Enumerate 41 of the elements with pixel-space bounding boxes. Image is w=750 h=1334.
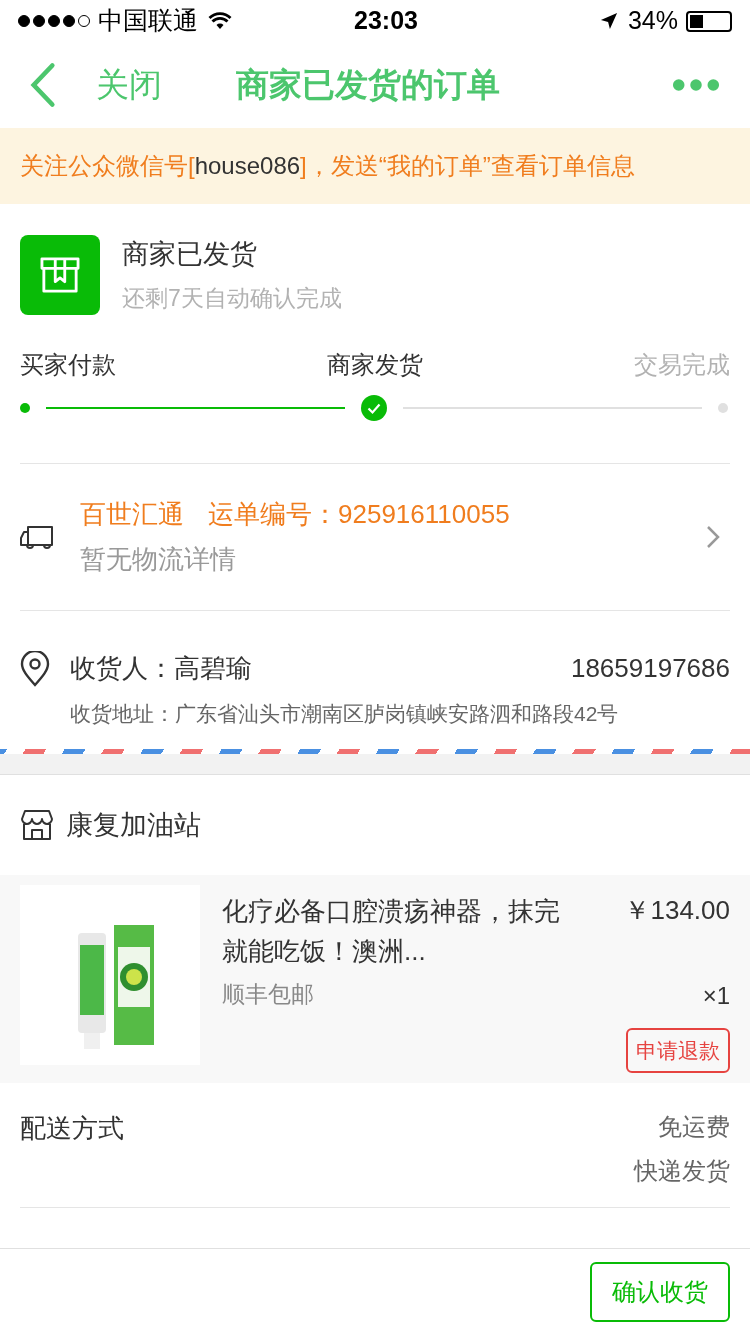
chevron-right-icon xyxy=(706,525,720,549)
back-icon[interactable] xyxy=(30,62,56,108)
product-quantity: ×1 xyxy=(702,981,730,1011)
courier-name: 百世汇通 xyxy=(80,498,184,531)
clock-time: 23:03 xyxy=(353,5,419,37)
order-status-subtitle: 还剩7天自动确认完成 xyxy=(122,283,342,313)
product-price: ￥134.00 xyxy=(624,894,730,927)
tracking-label: 运单编号： xyxy=(208,498,338,531)
carrier-name: 中国联通 xyxy=(98,5,198,37)
step-label: 商家发货 xyxy=(327,350,423,380)
battery-icon xyxy=(686,10,732,32)
receiver-name: 收货人：高碧瑜 xyxy=(70,652,252,685)
confirm-receipt-button[interactable]: 确认收货 xyxy=(590,1261,730,1322)
battery-percent: 34% xyxy=(627,5,678,37)
delivery-label: 配送方式 xyxy=(20,1112,124,1145)
shop-name: 康复加油站 xyxy=(66,808,201,842)
logistics-detail: 暂无物流详情 xyxy=(80,543,237,576)
step-label: 交易完成 xyxy=(634,350,730,380)
tracking-number: 925916110055 xyxy=(338,498,510,531)
close-button[interactable]: 关闭 xyxy=(96,60,162,110)
product-title: 化疗必备口腔溃疡神器，抹完就能吃饭！澳洲... xyxy=(222,895,561,968)
logistics-row[interactable]: 百世汇通 运单编号：925916110055 暂无物流详情 xyxy=(20,464,730,611)
shipping-note: 顺丰包邮 xyxy=(222,980,315,1009)
receiver-address: 收货地址：广东省汕头市潮南区胪岗镇峡安路泗和路段42号 xyxy=(70,701,620,727)
product-card[interactable]: 化疗必备口腔溃疡神器，抹完就能吃饭！澳洲... 顺丰包邮 ￥134.00 ×1 申请退款 xyxy=(0,875,750,1083)
package-icon xyxy=(20,234,100,315)
order-status-title: 商家已发货 xyxy=(122,238,258,271)
truck-icon xyxy=(20,524,54,550)
page-title: 商家已发货的订单 xyxy=(236,65,500,106)
delivery-method: 快递发货 xyxy=(634,1156,730,1186)
wifi-icon xyxy=(208,12,232,30)
more-icon[interactable] xyxy=(672,78,720,92)
location-arrow-icon xyxy=(599,12,618,30)
notice-text: 关注公众微信号[house086]，发送“我的订单”查看订单信息 xyxy=(20,151,635,181)
location-pin-icon xyxy=(20,651,50,687)
shop-icon xyxy=(20,809,54,841)
step-label: 买家付款 xyxy=(20,350,116,380)
refund-button[interactable]: 申请退款 xyxy=(626,1028,730,1073)
delivery-fee: 免运费 xyxy=(658,1112,730,1142)
check-icon xyxy=(361,395,387,421)
receiver-phone: 18659197686 xyxy=(570,652,730,685)
